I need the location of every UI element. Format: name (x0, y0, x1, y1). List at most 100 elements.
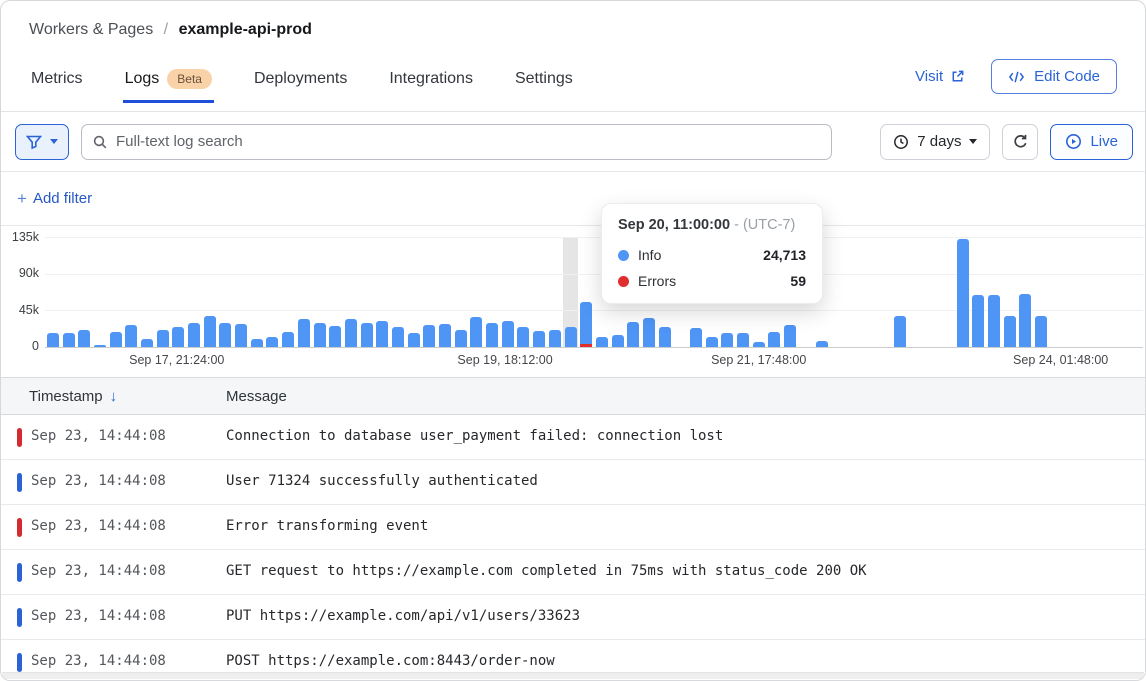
chart-bar-slot[interactable] (971, 237, 987, 347)
chart-bar-slot[interactable] (1127, 237, 1143, 347)
chart-bar-slot[interactable] (484, 237, 500, 347)
chart-bar-slot[interactable] (422, 237, 438, 347)
chart-bar-slot[interactable] (76, 237, 92, 347)
chart-bar-slot[interactable] (171, 237, 187, 347)
chart-bar-slot[interactable] (1033, 237, 1049, 347)
chart-bar-slot[interactable] (924, 237, 940, 347)
search-input[interactable] (81, 124, 832, 160)
log-timestamp: Sep 23, 14:44:08 (31, 473, 166, 489)
chart-bar-slot[interactable] (186, 237, 202, 347)
chart-bar-slot[interactable] (139, 237, 155, 347)
clock-icon (893, 134, 909, 150)
table-row[interactable]: Sep 23, 14:44:08PUT https://example.com/… (1, 595, 1145, 640)
info-bar (502, 321, 514, 347)
chart-bar-slot[interactable] (249, 237, 265, 347)
chart-bar-slot[interactable] (265, 237, 281, 347)
table-row[interactable]: Sep 23, 14:44:08Connection to database u… (1, 415, 1145, 460)
visit-link[interactable]: Visit (915, 68, 965, 85)
chart-bar-slot[interactable] (1065, 237, 1081, 347)
table-row[interactable]: Sep 23, 14:44:08User 71324 successfully … (1, 460, 1145, 505)
tab-settings[interactable]: Settings (513, 60, 575, 102)
info-bar (517, 327, 529, 347)
chart-bar-slot[interactable] (955, 237, 971, 347)
chart-bar-slot[interactable] (939, 237, 955, 347)
chart-bar-slot[interactable] (876, 237, 892, 347)
chart-bar-slot[interactable] (1002, 237, 1018, 347)
tab-label: Logs (125, 70, 160, 88)
chart-bar-slot[interactable] (374, 237, 390, 347)
chart-bar-slot[interactable] (202, 237, 218, 347)
chart-bar-slot[interactable] (1080, 237, 1096, 347)
chart-bar-slot[interactable] (437, 237, 453, 347)
info-bar (266, 337, 278, 347)
chevron-down-icon (969, 139, 977, 144)
chart-bar-slot[interactable] (453, 237, 469, 347)
chart-bar-slot[interactable] (312, 237, 328, 347)
add-filter-button[interactable]: + Add filter (17, 189, 92, 209)
chart-bar-slot[interactable] (500, 237, 516, 347)
info-bar (486, 323, 498, 347)
info-bar (565, 327, 577, 347)
time-range-select[interactable]: 7 days (880, 124, 990, 160)
info-bar (690, 328, 702, 347)
chart-bar-slot[interactable] (531, 237, 547, 347)
chart-bar-slot[interactable] (1049, 237, 1065, 347)
chart-bar-slot[interactable] (516, 237, 532, 347)
live-button[interactable]: Live (1050, 124, 1133, 160)
horizontal-scrollbar[interactable] (2, 672, 1144, 679)
chart-bar-slot[interactable] (563, 237, 579, 347)
chart-bar-slot[interactable] (233, 237, 249, 347)
tab-deployments[interactable]: Deployments (252, 60, 349, 102)
breadcrumb-parent[interactable]: Workers & Pages (29, 21, 153, 38)
chart-bar-slot[interactable] (218, 237, 234, 347)
chart-bar-slot[interactable] (123, 237, 139, 347)
y-axis-tick: 45k (3, 303, 39, 317)
beta-badge: Beta (167, 69, 212, 89)
info-bar (753, 342, 765, 347)
chart-bar-slot[interactable] (845, 237, 861, 347)
chart-bar-slot[interactable] (1112, 237, 1128, 347)
chart-bar-slot[interactable] (108, 237, 124, 347)
add-filter-row: + Add filter (1, 172, 1145, 226)
chart-bar-slot[interactable] (469, 237, 485, 347)
chart-bar-slot[interactable] (280, 237, 296, 347)
tab-logs[interactable]: Logs Beta (123, 59, 214, 103)
chart-bar-slot[interactable] (45, 237, 61, 347)
filter-menu-button[interactable] (15, 124, 69, 160)
table-row[interactable]: Sep 23, 14:44:08GET request to https://e… (1, 550, 1145, 595)
chart-bar-slot[interactable] (92, 237, 108, 347)
chart-bar-slot[interactable] (61, 237, 77, 347)
chart-bar-slot[interactable] (547, 237, 563, 347)
info-bar (204, 316, 216, 347)
chart-bar-slot[interactable] (829, 237, 845, 347)
chart-bar-slot[interactable] (861, 237, 877, 347)
chart-bar-slot[interactable] (578, 237, 594, 347)
chevron-down-icon (50, 139, 58, 144)
tab-bar: Metrics Logs Beta Deployments Integratio… (29, 59, 575, 103)
chart-bar-slot[interactable] (1096, 237, 1112, 347)
chart-bar-slot[interactable] (1018, 237, 1034, 347)
chart-bar-slot[interactable] (343, 237, 359, 347)
page-header: Workers & Pages / example-api-prod Metri… (1, 1, 1145, 112)
chart-bar-slot[interactable] (296, 237, 312, 347)
info-bar (721, 333, 733, 347)
info-bar (392, 327, 404, 347)
chart-bar-slot[interactable] (908, 237, 924, 347)
edit-code-button[interactable]: Edit Code (991, 59, 1117, 94)
table-row[interactable]: Sep 23, 14:44:08Error transforming event (1, 505, 1145, 550)
chart-bar-slot[interactable] (359, 237, 375, 347)
column-header-timestamp[interactable]: Timestamp ↓ (29, 388, 117, 405)
header-actions: Visit Edit Code (915, 59, 1117, 94)
refresh-button[interactable] (1002, 124, 1038, 160)
chart-bar-slot[interactable] (892, 237, 908, 347)
tab-integrations[interactable]: Integrations (387, 60, 475, 102)
chart-bar-slot[interactable] (406, 237, 422, 347)
chart-bar-slot[interactable] (155, 237, 171, 347)
info-bar (345, 319, 357, 347)
chart-bar-slot[interactable] (986, 237, 1002, 347)
tab-metrics[interactable]: Metrics (29, 60, 85, 102)
log-timestamp: Sep 23, 14:44:08 (31, 518, 166, 534)
chart-bar-slot[interactable] (390, 237, 406, 347)
chart-bar-slot[interactable] (327, 237, 343, 347)
info-bar (157, 330, 169, 347)
